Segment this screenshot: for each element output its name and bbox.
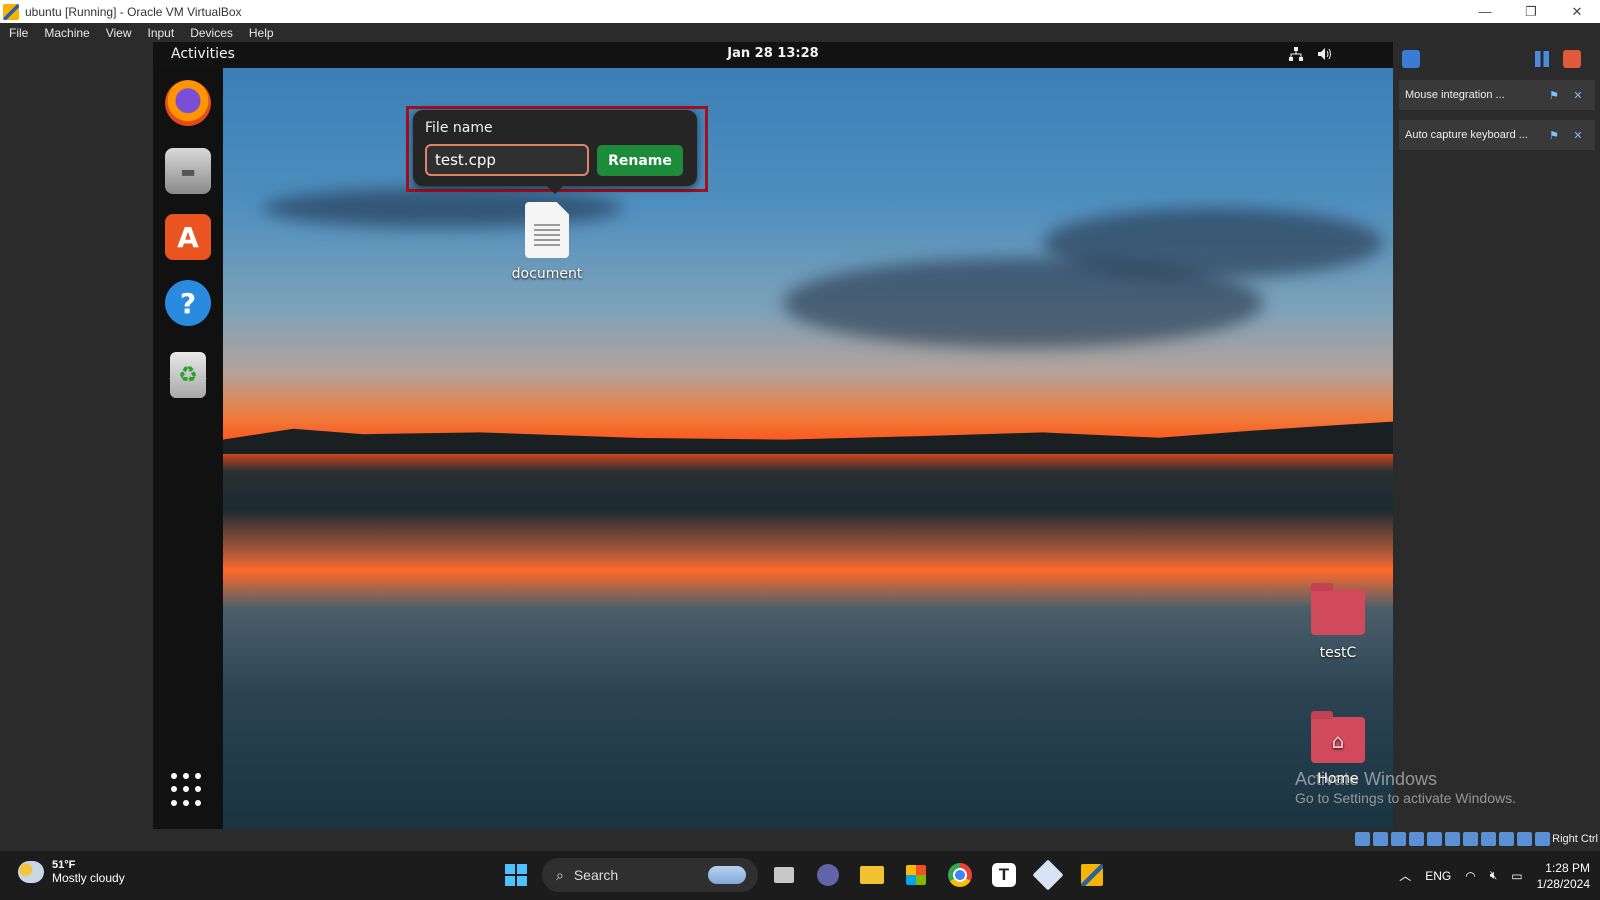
shared-folders-icon[interactable] (1445, 832, 1460, 846)
gnome-clock[interactable]: Jan 28 13:28 (153, 46, 1393, 61)
close-icon[interactable]: ✕ (1571, 88, 1585, 102)
gnome-top-bar: Activities Jan 28 13:28 (153, 42, 1393, 68)
notification-mouse-integration[interactable]: Mouse integration ... ⚑ ✕ (1399, 80, 1595, 110)
taskbar-search[interactable]: ⌕ Search (542, 858, 758, 892)
watermark-subtitle: Go to Settings to activate Windows. (1295, 790, 1516, 806)
cpu-icon[interactable] (1499, 832, 1514, 846)
close-icon[interactable]: ✕ (1571, 128, 1585, 142)
windows-logo-icon (505, 864, 527, 886)
network-adapter-icon[interactable] (1409, 832, 1424, 846)
vm-status-bar: Right Ctrl (0, 829, 1600, 851)
watermark-title: Activate Windows (1295, 769, 1438, 789)
notification-center: Mouse integration ... ⚑ ✕ Auto capture k… (1393, 42, 1600, 829)
desktop-wallpaper[interactable] (223, 68, 1393, 829)
notification-text: Mouse integration ... (1405, 89, 1505, 101)
notification-text: Auto capture keyboard ... (1405, 129, 1528, 141)
trash-icon[interactable]: ♻ (170, 352, 206, 398)
wifi-icon[interactable]: ◠ (1465, 869, 1475, 883)
weather-condition: Mostly cloudy (52, 871, 125, 885)
taskbar-apps: ⌕ Search T (498, 857, 1110, 893)
show-apps-icon[interactable] (171, 773, 205, 807)
menu-help[interactable]: Help (240, 26, 281, 40)
minimize-button[interactable]: — (1462, 0, 1508, 23)
start-button[interactable] (498, 857, 534, 893)
chevron-up-icon[interactable]: ︿ (1399, 867, 1411, 884)
desktop-file-document[interactable]: document (502, 202, 592, 282)
virtualbox-vm-icon[interactable] (1074, 857, 1110, 893)
file-name-label: File name (425, 120, 493, 136)
ubuntu-dock: ▬ A ? ♻ (153, 68, 223, 829)
language-indicator[interactable]: ENG (1425, 869, 1451, 883)
pin-icon[interactable]: ⚑ (1547, 128, 1561, 142)
menu-file[interactable]: File (0, 26, 35, 40)
files-icon[interactable]: ▬ (165, 148, 211, 194)
vm-screen[interactable]: Activities Jan 28 13:28 ▬ A ? ♻ document (153, 42, 1393, 829)
home-folder-icon: ⌂ (1311, 711, 1365, 763)
hard-disk-icon[interactable] (1355, 832, 1370, 846)
usb-icon[interactable] (1427, 832, 1442, 846)
taskbar-time: 1:28 PM (1545, 860, 1590, 875)
network-icon[interactable] (1289, 47, 1303, 65)
teams-chat-icon[interactable] (810, 857, 846, 893)
windows-taskbar: 51°F Mostly cloudy ⌕ Search T ︿ ENG ◠ 🔇︎… (0, 851, 1600, 900)
help-icon[interactable]: ? (165, 280, 211, 326)
rename-button[interactable]: Rename (597, 145, 683, 176)
menu-view[interactable]: View (97, 26, 139, 40)
popover-arrow (547, 186, 563, 194)
notification-toolbar (1393, 42, 1600, 76)
search-icon: ⌕ (556, 866, 564, 883)
activate-windows-watermark: Activate Windows Go to Settings to activ… (1295, 769, 1516, 806)
pin-icon[interactable]: ⚑ (1547, 88, 1561, 102)
software-icon[interactable]: A (165, 214, 211, 260)
virtualbox-cube-icon[interactable] (1030, 857, 1066, 893)
taskbar-clock[interactable]: 1:28 PM 1/28/2024 (1537, 860, 1590, 892)
host-key-label: Right Ctrl (1552, 833, 1598, 845)
file-explorer-icon[interactable] (854, 857, 890, 893)
cloudy-weather-icon (18, 861, 44, 883)
sort-icon[interactable] (1535, 51, 1549, 67)
weather-widget[interactable]: 51°F Mostly cloudy (18, 859, 125, 885)
system-tray-area: ︿ ENG ◠ 🔇︎ ▭ 1:28 PM 1/28/2024 (1399, 851, 1590, 900)
search-label: Search (573, 867, 619, 883)
recording-icon[interactable] (1481, 832, 1496, 846)
optical-drive-icon[interactable] (1373, 832, 1388, 846)
search-highlight-icon (708, 866, 746, 884)
menu-input[interactable]: Input (139, 26, 182, 40)
desktop-folder-testc[interactable]: testC (1293, 583, 1383, 661)
testc-label: testC (1319, 645, 1357, 661)
notification-auto-capture[interactable]: Auto capture keyboard ... ⚑ ✕ (1399, 120, 1595, 150)
device-status-icons[interactable] (1355, 832, 1550, 846)
menu-devices[interactable]: Devices (181, 26, 240, 40)
speaker-mute-icon[interactable]: 🔇︎ (1490, 868, 1498, 883)
menu-machine[interactable]: Machine (35, 26, 96, 40)
document-label: document (511, 266, 583, 282)
volume-icon[interactable] (1317, 47, 1333, 65)
microsoft-store-icon[interactable] (898, 857, 934, 893)
rename-popover: File name Rename (413, 110, 697, 194)
close-button[interactable]: ✕ (1554, 0, 1600, 23)
audio-icon[interactable] (1391, 832, 1406, 846)
system-tray[interactable] (1289, 47, 1333, 65)
firefox-icon[interactable] (165, 80, 211, 126)
vm-menubar: File Machine View Input Devices Help (0, 23, 1600, 42)
window-title: ubuntu [Running] - Oracle VM VirtualBox (25, 4, 242, 19)
battery-icon[interactable]: ▭ (1511, 869, 1522, 883)
weather-temp: 51°F (52, 859, 76, 871)
clear-all-icon[interactable] (1563, 50, 1581, 68)
keyboard-capture-icon[interactable] (1535, 832, 1550, 846)
task-view-icon[interactable] (766, 857, 802, 893)
window-titlebar: ubuntu [Running] - Oracle VM VirtualBox … (0, 0, 1600, 23)
taskbar-date: 1/28/2024 (1536, 876, 1590, 891)
restore-button[interactable]: ❐ (1508, 0, 1554, 23)
typora-icon[interactable]: T (986, 857, 1022, 893)
virtualbox-icon (3, 3, 19, 20)
notification-toggle-icon[interactable] (1402, 50, 1420, 68)
document-icon (525, 202, 569, 258)
mouse-integration-icon[interactable] (1517, 832, 1532, 846)
file-name-input[interactable] (425, 144, 589, 176)
display-icon[interactable] (1463, 832, 1478, 846)
folder-icon (1311, 583, 1365, 635)
chrome-icon[interactable] (942, 857, 978, 893)
